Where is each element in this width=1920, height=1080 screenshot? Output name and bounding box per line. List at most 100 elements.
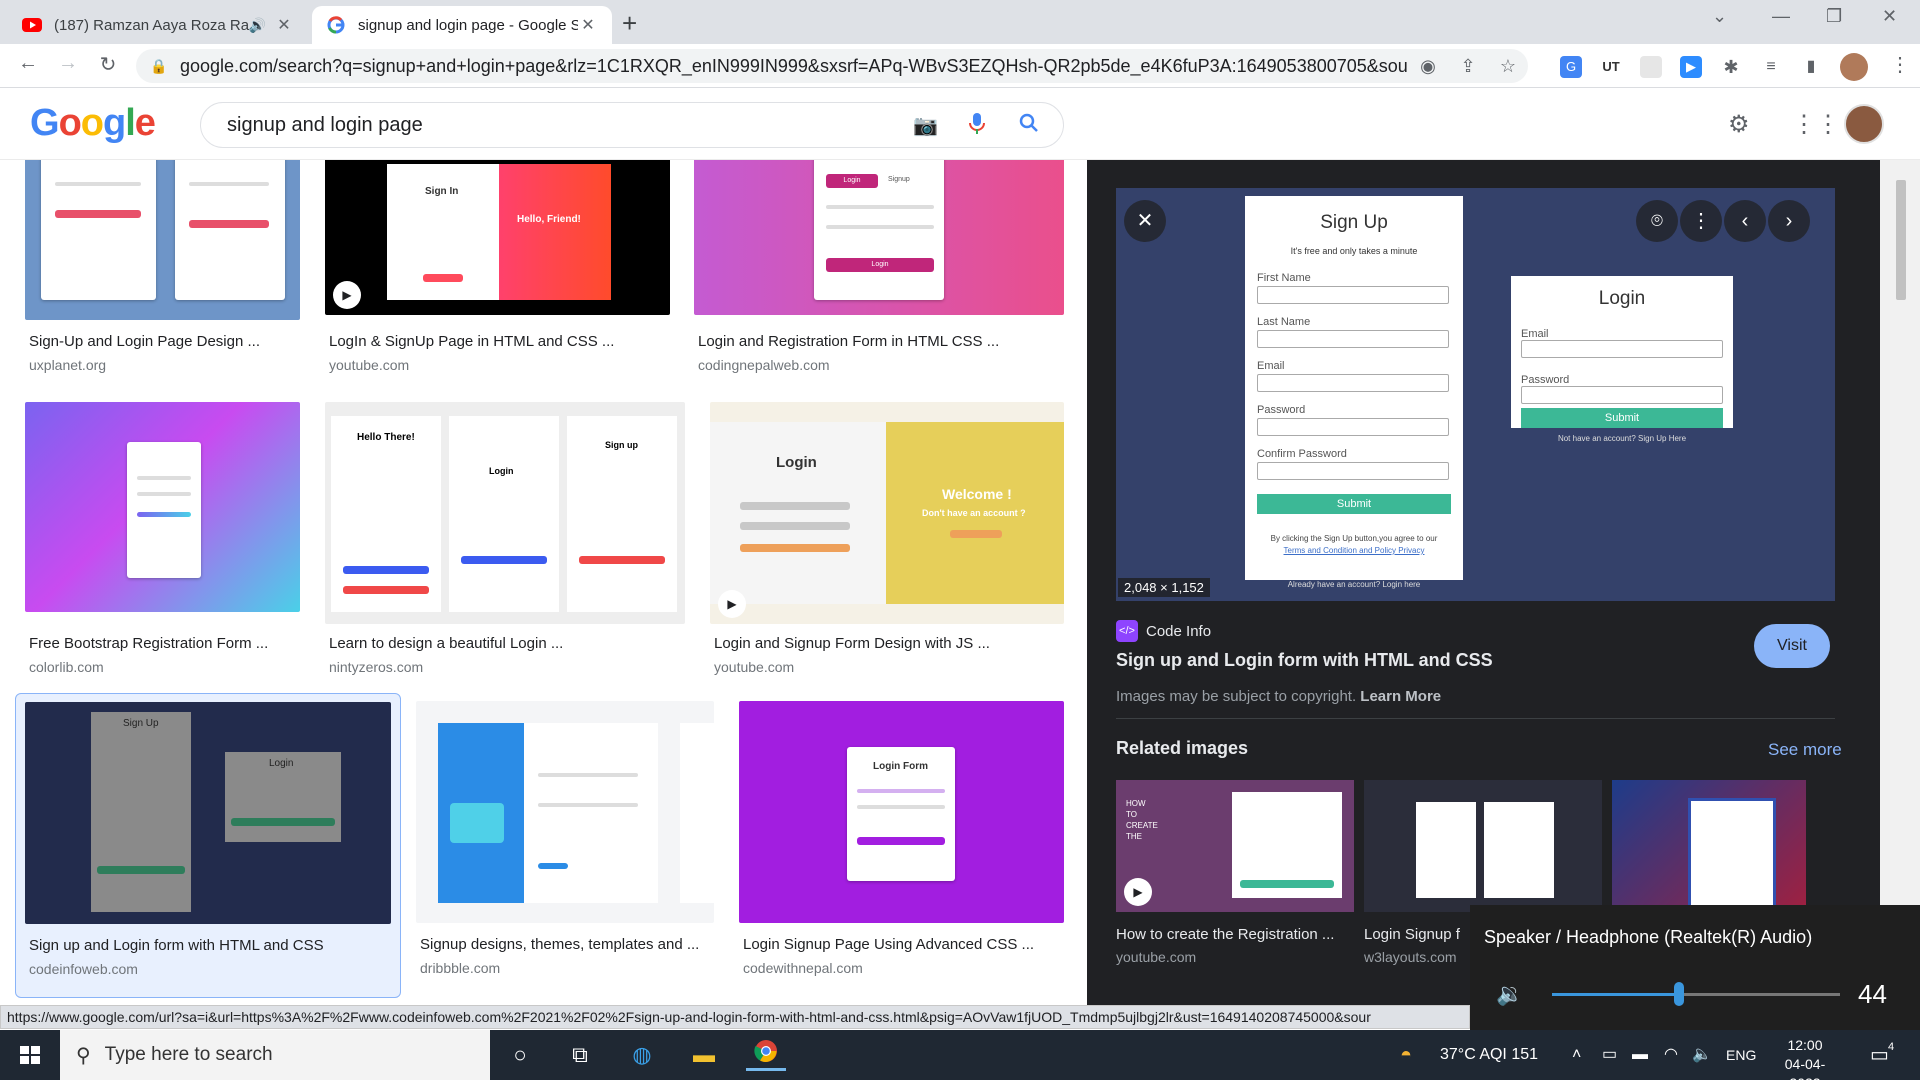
volume-slider[interactable] — [1552, 982, 1840, 1006]
result-title[interactable]: Login and Signup Form Design with JS ... — [714, 635, 1064, 652]
scrollbar-thumb[interactable] — [1896, 180, 1906, 300]
result-card-selected[interactable]: Sign Up Login Sign up and Login form wit… — [15, 693, 401, 998]
close-tab-icon[interactable]: ✕ — [578, 15, 598, 35]
search-icon[interactable] — [1019, 113, 1039, 139]
related-thumbnail[interactable] — [1612, 780, 1806, 912]
eye-icon[interactable]: ◉ — [1408, 56, 1448, 77]
result-thumbnail[interactable]: Hello There! Login Sign up — [325, 402, 685, 624]
restore-icon[interactable]: ❐ — [1826, 6, 1842, 27]
result-thumbnail[interactable]: Sign Up Login — [25, 702, 391, 924]
reload-icon[interactable]: ↻ — [94, 52, 122, 77]
search-input[interactable]: signup and login page — [227, 114, 423, 137]
visit-button[interactable]: Visit — [1754, 624, 1830, 668]
share-icon[interactable]: ⇪ — [1448, 56, 1488, 77]
edge-icon[interactable]: ◍ — [622, 1039, 662, 1071]
audio-device-name[interactable]: Speaker / Headphone (Realtek(R) Audio) — [1484, 927, 1812, 948]
extension-ut-icon[interactable]: UT — [1600, 56, 1622, 78]
network-adapter-icon[interactable]: ▭ — [1602, 1030, 1617, 1080]
volume-icon[interactable]: 🔈 — [1692, 1030, 1712, 1080]
source-name[interactable]: Code Info — [1146, 623, 1211, 640]
cortana-icon[interactable]: ○ — [500, 1039, 540, 1071]
see-more-link[interactable]: See more — [1768, 740, 1842, 760]
page-scrollbar[interactable] — [1880, 160, 1920, 1005]
result-title[interactable]: Sign-Up and Login Page Design ... — [29, 333, 297, 350]
result-card[interactable]: Signup designs, themes, templates and ..… — [416, 701, 714, 991]
chrome-icon[interactable] — [746, 1039, 786, 1071]
lock-icon[interactable]: 🔒 — [150, 58, 167, 75]
taskbar-search-placeholder[interactable]: Type here to search — [105, 1044, 273, 1066]
preview-source[interactable]: </> Code Info — [1116, 620, 1211, 642]
address-bar[interactable]: 🔒 google.com/search?q=signup+and+login+p… — [136, 49, 1528, 83]
result-card[interactable]: Login Welcome ! Don't have an account ? ▶… — [710, 402, 1064, 675]
search-box[interactable]: signup and login page 📷 — [200, 102, 1064, 148]
result-title[interactable]: Free Bootstrap Registration Form ... — [29, 635, 297, 652]
result-thumbnail[interactable] — [25, 160, 300, 320]
back-icon[interactable]: ← — [14, 52, 42, 75]
result-card[interactable]: Login Signup Login Login and Registratio… — [694, 160, 1064, 380]
clock[interactable]: 12:00 04-04-2022 — [1770, 1036, 1840, 1080]
result-thumbnail[interactable]: Login Welcome ! Don't have an account ? ▶ — [710, 402, 1064, 624]
result-thumbnail[interactable]: Login Form — [739, 701, 1064, 923]
tab-youtube[interactable]: (187) Ramzan Aaya Roza Rak 🔊 ✕ — [8, 6, 308, 44]
result-title[interactable]: Signup designs, themes, templates and ..… — [420, 936, 714, 953]
related-thumbnail[interactable]: HOW TO CREATE THE ▶ — [1116, 780, 1354, 912]
play-icon[interactable]: ▶ — [333, 281, 361, 309]
result-card[interactable]: Sign-Up and Login Page Design ... uxplan… — [25, 160, 300, 380]
previous-image-icon[interactable]: ‹ — [1724, 200, 1766, 242]
address-url[interactable]: google.com/search?q=signup+and+login+pag… — [180, 56, 1408, 77]
file-explorer-icon[interactable]: ▬ — [684, 1039, 724, 1071]
close-window-icon[interactable]: ✕ — [1882, 6, 1897, 27]
result-thumbnail[interactable] — [416, 701, 714, 923]
settings-gear-icon[interactable]: ⚙ — [1728, 110, 1750, 139]
result-thumbnail[interactable]: Login Signup Login — [694, 160, 1064, 315]
result-card[interactable]: Login Form Login Signup Page Using Advan… — [739, 701, 1064, 991]
speaker-icon[interactable]: 🔉 — [1496, 981, 1523, 1007]
taskbar-search-box[interactable]: ⚲ Type here to search — [60, 1030, 490, 1080]
close-preview-icon[interactable]: ✕ — [1124, 200, 1166, 242]
tab-search-icon[interactable]: ⌄ — [1712, 6, 1727, 27]
result-title[interactable]: Login Signup Page Using Advanced CSS ... — [743, 936, 1064, 953]
notifications-icon[interactable]: ▭ — [1870, 1030, 1889, 1080]
zoom-extension-icon[interactable]: ▶ — [1680, 56, 1702, 78]
related-thumbnail[interactable] — [1364, 780, 1602, 912]
result-card[interactable]: Hello There! Login Sign up Learn to desi… — [325, 402, 685, 675]
mic-icon[interactable] — [969, 113, 985, 141]
media-control-icon[interactable]: ≡ — [1760, 56, 1782, 78]
tab-audio-icon[interactable]: 🔊 — [249, 17, 266, 34]
windows-start-icon[interactable] — [0, 1030, 60, 1080]
extensions-puzzle-icon[interactable]: ✱ — [1720, 56, 1742, 78]
lens-icon[interactable]: ⌾ — [1636, 200, 1678, 242]
weather-text[interactable]: 37°C AQI 151 — [1440, 1030, 1538, 1080]
language-indicator[interactable]: ENG — [1726, 1030, 1756, 1080]
result-title[interactable]: Learn to design a beautiful Login ... — [329, 635, 685, 652]
result-card[interactable]: Sign In Hello, Friend! ▶ LogIn & SignUp … — [325, 160, 670, 380]
result-thumbnail[interactable] — [25, 402, 300, 612]
camera-icon[interactable]: 📷 — [913, 113, 938, 138]
side-panel-icon[interactable]: ▮ — [1800, 56, 1822, 78]
bookmark-star-icon[interactable]: ☆ — [1488, 56, 1528, 77]
account-avatar[interactable] — [1844, 104, 1884, 144]
wifi-icon[interactable]: ◠ — [1664, 1030, 1678, 1080]
task-view-icon[interactable]: ⧉ — [560, 1039, 600, 1071]
result-title[interactable]: Login and Registration Form in HTML CSS … — [698, 333, 1064, 350]
extension-blank-icon[interactable] — [1640, 56, 1662, 78]
related-title[interactable]: How to create the Registration ... — [1116, 926, 1354, 943]
next-image-icon[interactable]: › — [1768, 200, 1810, 242]
close-tab-icon[interactable]: ✕ — [274, 15, 294, 35]
menu-dots-icon[interactable]: ⋮ — [1886, 52, 1914, 77]
battery-icon[interactable]: ▬ — [1632, 1030, 1648, 1080]
google-logo[interactable]: Google — [30, 102, 156, 145]
preview-title[interactable]: Sign up and Login form with HTML and CSS — [1116, 650, 1493, 671]
preview-image[interactable]: Sign Up It's free and only takes a minut… — [1116, 188, 1835, 601]
play-icon[interactable]: ▶ — [1124, 878, 1152, 906]
tab-google[interactable]: signup and login page - Google S ✕ — [312, 6, 612, 44]
learn-more-link[interactable]: Learn More — [1360, 688, 1441, 705]
result-title[interactable]: LogIn & SignUp Page in HTML and CSS ... — [329, 333, 669, 350]
translate-extension-icon[interactable]: G — [1560, 56, 1582, 78]
forward-icon[interactable]: → — [54, 52, 82, 75]
related-image-card[interactable]: HOW TO CREATE THE ▶ How to create the Regis… — [1116, 780, 1354, 965]
result-title[interactable]: Sign up and Login form with HTML and CSS — [29, 937, 399, 954]
play-icon[interactable]: ▶ — [718, 590, 746, 618]
minimize-icon[interactable]: — — [1772, 6, 1790, 27]
result-thumbnail[interactable]: Sign In Hello, Friend! ▶ — [325, 160, 670, 315]
